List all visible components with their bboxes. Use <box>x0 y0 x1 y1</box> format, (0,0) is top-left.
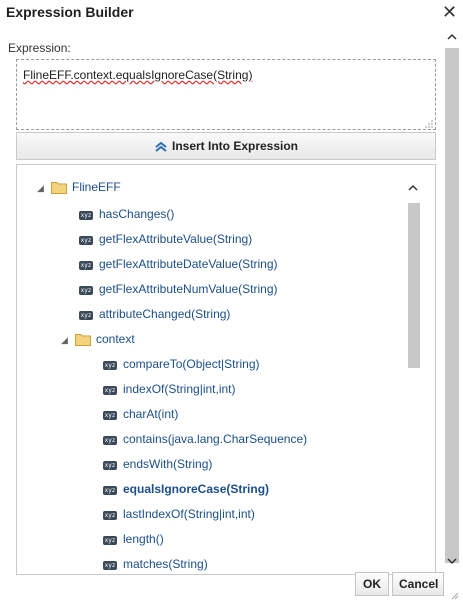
tree-method-item[interactable]: xyz contains(java.lang.CharSequence) <box>103 430 307 448</box>
tree-scrollbar[interactable] <box>406 183 420 573</box>
insert-into-expression-button[interactable]: Insert Into Expression <box>16 132 436 160</box>
method-label[interactable]: contains(java.lang.CharSequence) <box>123 432 307 446</box>
tree-method-item[interactable]: xyz hasChanges() <box>79 205 174 223</box>
tree-method-item[interactable]: xyz matches(String) <box>103 555 208 573</box>
method-icon: xyz <box>103 561 117 570</box>
method-icon: xyz <box>103 411 117 420</box>
method-label[interactable]: indexOf(String|int,int) <box>123 382 236 396</box>
tree-method-item[interactable]: xyz compareTo(Object|String) <box>103 355 260 373</box>
collapse-triangle-icon[interactable]: ◢ <box>37 179 47 197</box>
close-icon[interactable]: ✕ <box>442 2 457 23</box>
method-label[interactable]: lastIndexOf(String|int,int) <box>123 507 255 521</box>
method-label[interactable]: compareTo(Object|String) <box>123 357 260 371</box>
resize-grip-icon[interactable] <box>425 120 433 128</box>
method-label[interactable]: getFlexAttributeValue(String) <box>99 232 252 246</box>
method-icon: xyz <box>79 311 93 320</box>
cancel-button[interactable]: Cancel <box>392 572 444 596</box>
double-chevron-up-icon <box>155 141 167 152</box>
tree-method-item[interactable]: xyz lastIndexOf(String|int,int) <box>103 505 255 523</box>
scrollbar-thumb[interactable] <box>445 48 459 563</box>
tree-method-item[interactable]: xyz indexOf(String|int,int) <box>103 380 236 398</box>
method-icon: xyz <box>103 361 117 370</box>
method-icon: xyz <box>103 386 117 395</box>
method-icon: xyz <box>103 486 117 495</box>
tree-method-item[interactable]: xyz getFlexAttributeNumValue(String) <box>79 280 278 298</box>
ok-button[interactable]: OK <box>355 572 389 596</box>
method-label[interactable]: length() <box>123 532 164 546</box>
tree-method-item[interactable]: xyz endsWith(String) <box>103 455 212 473</box>
method-icon: xyz <box>103 436 117 445</box>
tree-method-item[interactable]: xyz charAt(int) <box>103 405 178 423</box>
tree-method-item[interactable]: xyz getFlexAttributeValue(String) <box>79 230 252 248</box>
method-label[interactable]: getFlexAttributeNumValue(String) <box>99 282 278 296</box>
method-label[interactable]: getFlexAttributeDateValue(String) <box>99 257 278 271</box>
method-icon: xyz <box>79 261 93 270</box>
function-tree[interactable]: ◢ FlineEFF ◢ context xyz hasChanges() xyz get… <box>16 164 436 575</box>
scroll-down-icon[interactable] <box>446 556 458 566</box>
tree-scrollbar-thumb[interactable] <box>408 203 420 368</box>
method-label[interactable]: endsWith(String) <box>123 457 212 471</box>
method-icon: xyz <box>103 536 117 545</box>
scroll-up-icon[interactable] <box>446 32 458 42</box>
method-icon: xyz <box>103 461 117 470</box>
method-icon: xyz <box>79 211 93 220</box>
method-icon: xyz <box>103 511 117 520</box>
method-label[interactable]: equalsIgnoreCase(String) <box>123 482 269 496</box>
folder-icon <box>51 182 67 194</box>
tree-node-root[interactable]: ◢ FlineEFF <box>37 178 121 196</box>
expression-textarea[interactable]: FlineEFF.context.equalsIgnoreCase(String… <box>16 59 436 130</box>
tree-method-item[interactable]: xyz attributeChanged(String) <box>79 305 230 323</box>
tree-node-context[interactable]: ◢ context <box>61 330 135 348</box>
dialog-resize-grip-icon[interactable] <box>451 592 459 600</box>
method-label[interactable]: charAt(int) <box>123 407 178 421</box>
tree-node-label[interactable]: context <box>96 332 135 346</box>
tree-method-item[interactable]: xyz equalsIgnoreCase(String) <box>103 480 269 498</box>
tree-method-item[interactable]: xyz length() <box>103 530 164 548</box>
method-label[interactable]: attributeChanged(String) <box>99 307 230 321</box>
tree-node-label[interactable]: FlineEFF <box>72 180 121 194</box>
method-label[interactable]: hasChanges() <box>99 207 174 221</box>
folder-icon <box>75 334 91 346</box>
method-icon: xyz <box>79 286 93 295</box>
expression-label: Expression: <box>8 41 71 55</box>
method-label[interactable]: matches(String) <box>123 557 208 571</box>
insert-button-label: Insert Into Expression <box>171 139 299 153</box>
dialog-scrollbar[interactable] <box>443 28 461 574</box>
collapse-triangle-icon[interactable]: ◢ <box>61 331 71 349</box>
tree-method-item[interactable]: xyz getFlexAttributeDateValue(String) <box>79 255 278 273</box>
method-icon: xyz <box>79 236 93 245</box>
tree-scroll-up-icon[interactable] <box>407 183 419 193</box>
dialog-title: Expression Builder <box>6 4 134 20</box>
expression-value[interactable]: FlineEFF.context.equalsIgnoreCase(String… <box>23 68 252 82</box>
